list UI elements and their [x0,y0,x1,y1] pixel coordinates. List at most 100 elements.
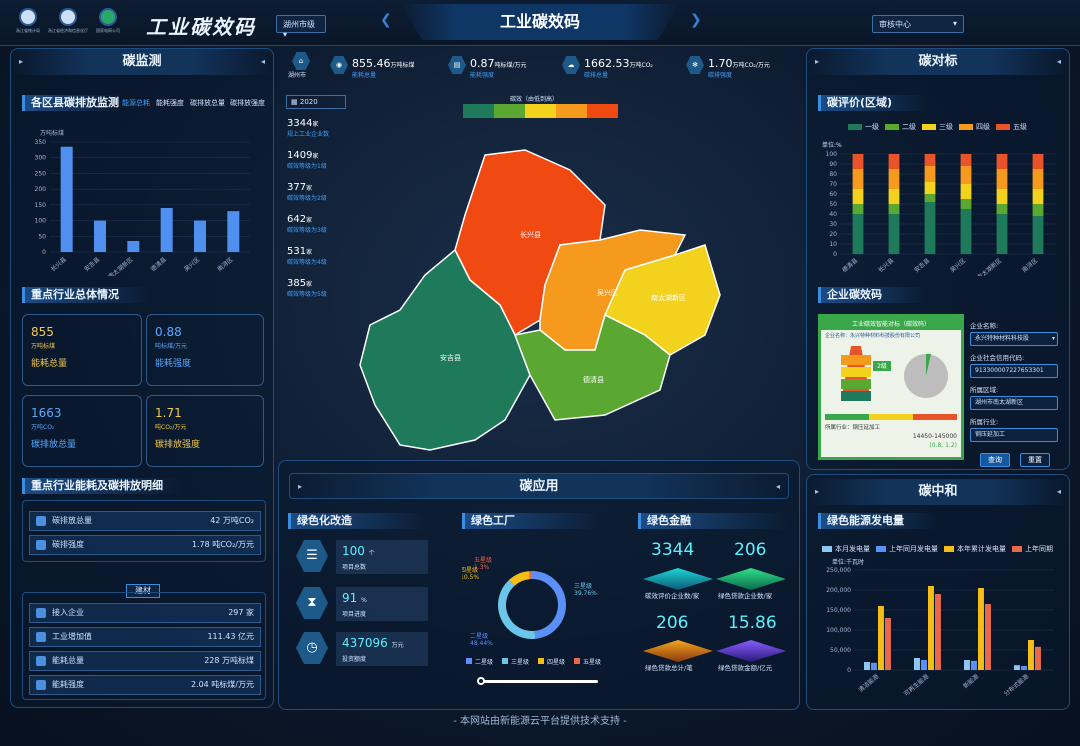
legend-label: 二星级 [475,658,493,666]
stack-segment [888,204,900,214]
economy-dept-logo: 浙江省经济和信息化厅 [48,8,88,34]
industry-input[interactable]: 钢压延加工 [970,428,1058,442]
stack-segment [924,202,936,254]
x-tick-label: 德清县 [840,256,859,274]
slider-handle[interactable] [477,677,485,685]
slice-percent: 48.44% [470,640,493,647]
legend-label: 一级 [865,123,879,131]
legend-label: 二级 [902,123,916,131]
region-select[interactable]: 湖州市级 ▾ [276,15,326,39]
legend-label: 五星级 [583,658,601,666]
x-tick-label: 安吉县 [82,255,101,273]
y-tick-label: 250 [35,170,47,177]
stack-segment [924,194,936,202]
legend-swatch [848,124,862,130]
top-stat-energy: 855.46万吨标煤 能耗总量 [352,57,415,79]
rating-legend: 一级 二级 三级 四级 五级 [842,122,1027,132]
company-name-label: 企业名称: [970,322,999,330]
brand-title: 工业碳效码 [146,15,256,39]
area-input[interactable]: 湖州市南太湖新区 [970,396,1058,410]
y-tick-label: 80 [829,171,837,178]
nav-right-icon[interactable]: ❯ [690,12,702,28]
company-name-select[interactable]: 永兴特种材料科技股 ▾ [970,332,1058,346]
card-name: 能耗强度 [155,359,192,369]
tab-carbon-intensity[interactable]: 碳排放强度 [230,98,265,108]
caret-right-icon: ▸ [815,487,820,496]
map-label-anji: 安吉县 [440,353,461,362]
detail-row: 工业增加值 111.43 亿元 [29,627,261,647]
top-stat-carbon-intensity: 1.70万吨CO₂/万元 碳排强度 [708,57,770,79]
y-tick-label: 300 [35,155,47,162]
green-factory-donut: 二星级48.44%三星级39.76%四星级10.5%五星级1.3%二星级三星级四… [462,556,601,666]
tab-energy-total[interactable]: 能源总耗 [122,98,150,108]
legend-label: 本年累计发电量 [957,545,1006,553]
center-title: 工业碳效码 [400,4,680,40]
audit-center-select[interactable]: 审核中心 ▾ [872,15,964,33]
tab-energy-intensity[interactable]: 能耗强度 [156,98,184,108]
detail-top-box: 碳排放总量 42 万吨CO₂ 碳排强度 1.78 吨CO₂/万元 [22,500,266,562]
year-select[interactable]: ▦ 2020 [286,95,346,109]
card-name: 碳排放强度 [155,440,201,450]
x-tick-label: 分布式能源 [1002,672,1030,697]
y-tick-label: 60 [829,191,837,198]
chevron-down-icon: ▾ [1051,333,1055,345]
energy-icon [36,655,46,666]
code-card-pyramid [841,346,948,401]
slice-label: 二星级 [470,632,488,640]
header-bar: 浙江省统计局 浙江省经济和信息化厅 国家电网公司 工业碳效码 湖州市级 ▾ ❮ … [0,0,1080,46]
y-tick-label: 10 [829,241,837,248]
tab-carbon-total[interactable]: 碳排放总量 [190,98,225,108]
footer-note: - 本网站由新能源云平台提供技术支持 - [453,716,627,727]
stack-segment [960,154,972,166]
stack-segment [996,169,1008,189]
x-tick-label: 南太湖新区 [106,255,134,276]
stat-level-4: 531家 碳效等级为4级 [287,246,327,266]
detail-row: 能耗强度 2.04 吨标煤/万元 [29,675,261,695]
caret-left-icon: ◂ [1056,487,1061,496]
chart-icon [36,515,46,526]
card-name: 碳排放总量 [31,440,77,450]
finance-value: 206 [656,613,689,633]
carbon-total-card: 1663 万吨CO₂ 碳排放总量 [22,395,142,467]
power-legend: 本月发电量 上年同月发电量 本年累计发电量 上年同期 [816,544,1066,554]
query-button[interactable]: 查询 [980,453,1010,467]
y-tick-label: 20 [829,231,837,238]
y-tick-label: 250,000 [826,567,851,574]
y-tick-label: 50 [829,201,837,208]
legend-swatch [502,658,508,664]
bar [935,594,941,670]
factory-icon [36,631,46,642]
bar [964,660,970,670]
green-power-chart: 0 50,000 100,000 150,000 200,000 250,000 清洁能源可… [826,567,1054,698]
slice-percent: 39.76% [574,590,597,597]
legend-swatch [556,104,587,118]
y-tick-label: 150 [35,202,47,209]
finance-value: 3344 [651,540,695,560]
transform-item: 91 % 项目进度 [336,587,428,621]
x-tick-label: 吴兴区 [182,255,201,273]
x-tick-label: 清洁能源 [857,672,881,694]
chevron-down-icon: ▾ [952,19,957,28]
y-tick-label: 150,000 [826,607,851,614]
stack-segment [1032,204,1044,216]
credit-code-input[interactable]: 913300007227653301 [970,364,1058,378]
finance-value: 15.86 [728,613,777,633]
donut-slice [498,579,536,639]
bar [864,662,870,670]
nav-left-icon[interactable]: ❮ [380,12,392,28]
carousel-slider[interactable] [477,677,598,685]
y-tick-label: 0 [833,251,837,258]
legend-title: 碳效（由低到高） [510,96,559,103]
x-tick-label: 安吉县 [912,256,931,274]
city-name: 湖州市 [288,72,307,79]
reset-button[interactable]: 重置 [1020,453,1050,467]
legend-swatch [574,658,580,664]
x-tick-label: 长兴县 [876,256,895,274]
finance-label: 绿色贷款总计/笔 [645,664,693,672]
y-tick-label: 40 [829,211,837,218]
stack-segment [888,154,900,169]
legend-swatch [885,124,899,130]
caret-left-icon: ◂ [1056,57,1061,66]
y-tick-label: 200 [35,186,47,193]
x-tick-label: 德清县 [149,255,168,273]
